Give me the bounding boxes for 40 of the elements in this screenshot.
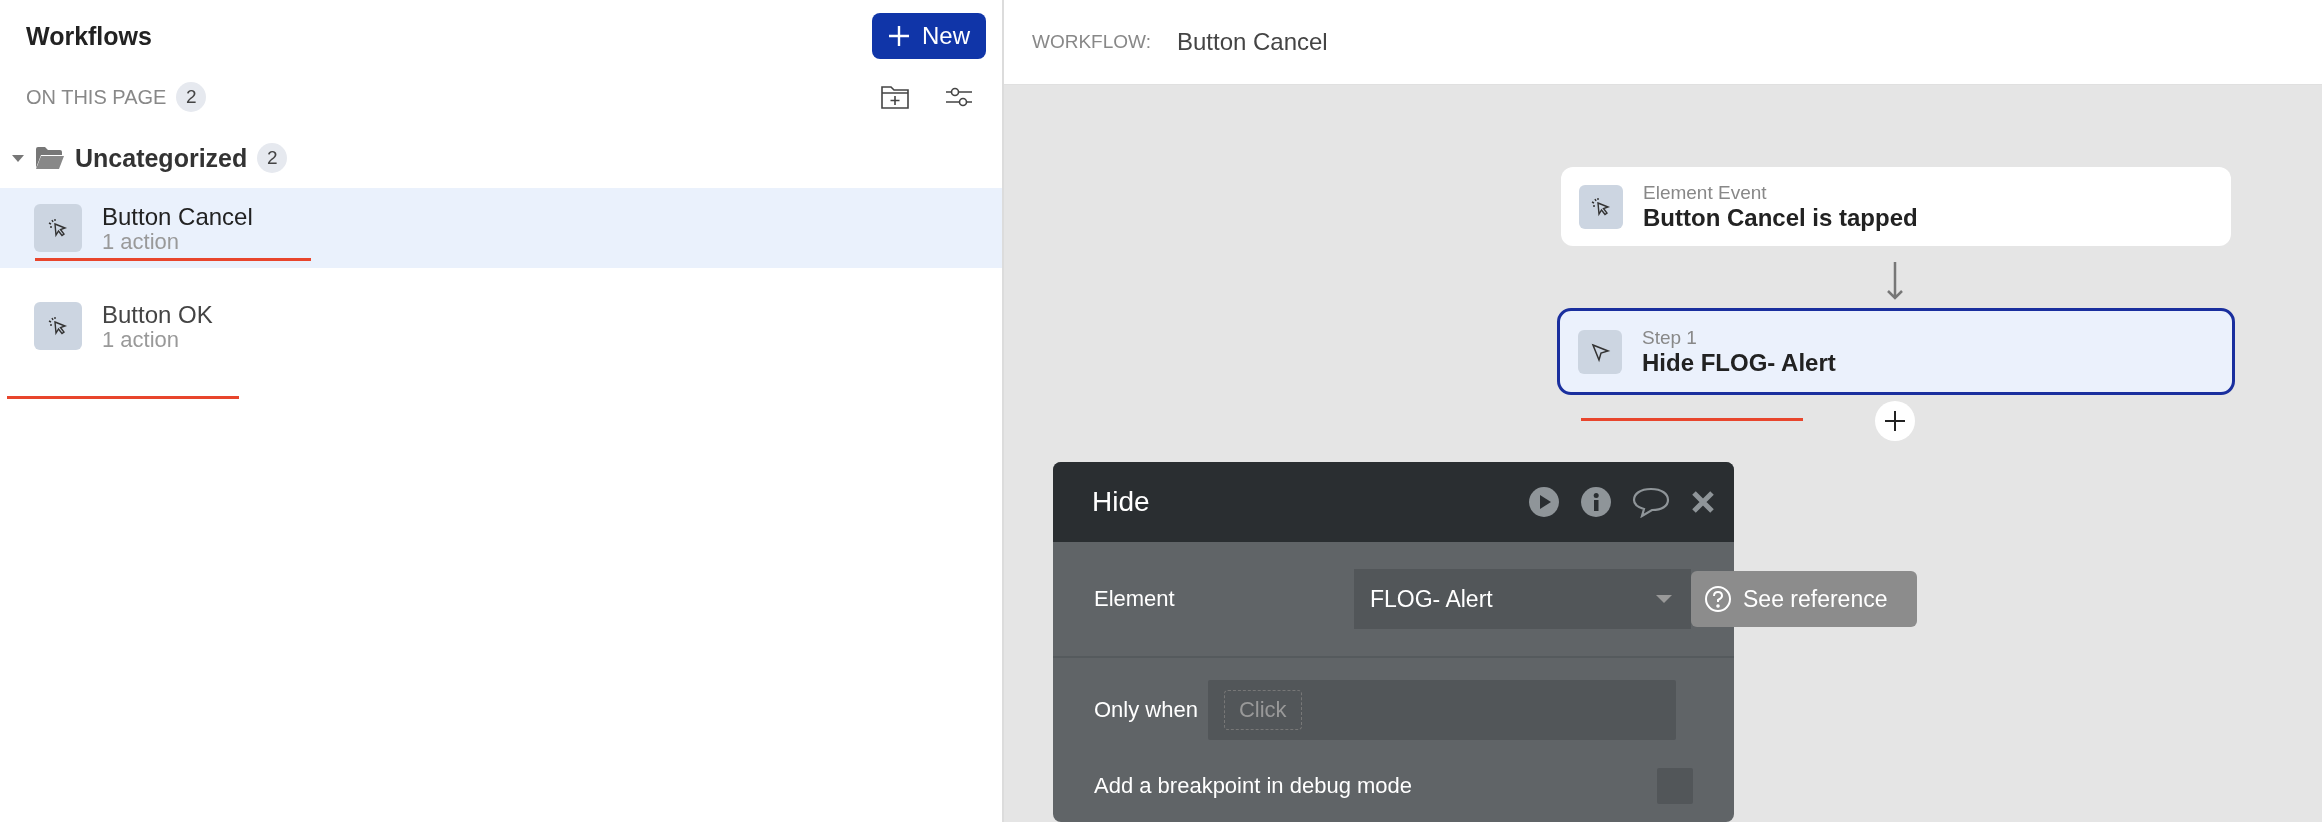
count-badge: 2 (176, 82, 207, 112)
caret-icon (1655, 593, 1673, 605)
field-label: Add a breakpoint in debug mode (1094, 773, 1412, 799)
cursor-click-icon (47, 217, 69, 239)
new-button[interactable]: New (872, 13, 986, 59)
workflow-name: Button OK (102, 301, 213, 329)
help-icon (1703, 584, 1733, 614)
workflow-action-count: 1 action (102, 329, 181, 351)
workflow-label: WORKFLOW: (1032, 31, 1151, 53)
play-icon[interactable] (1528, 486, 1560, 518)
event-card[interactable]: Element Event Button Cancel is tapped (1561, 167, 2231, 246)
new-folder-icon[interactable] (880, 84, 910, 110)
comment-icon[interactable] (1632, 486, 1670, 518)
step-label: Step 1 (1642, 326, 1698, 349)
element-dropdown[interactable]: FLOG- Alert (1354, 569, 1691, 629)
folder-name[interactable]: Uncategorized (75, 143, 248, 173)
panel-title: Workflows (26, 21, 152, 51)
cursor-click-icon (1590, 195, 1612, 218)
event-type: Element Event (1643, 181, 1768, 204)
step-card[interactable]: Step 1 Hide FLOG- Alert (1557, 308, 2235, 395)
event-title: Button Cancel is tapped (1643, 203, 1918, 232)
section-label: ON THIS PAGE (26, 85, 167, 109)
folder-icon (35, 146, 65, 170)
count-badge: 2 (257, 143, 288, 173)
workflow-name: Button Cancel (1176, 28, 1328, 56)
workflow-name: Button Cancel (102, 203, 253, 231)
info-icon[interactable] (1580, 486, 1612, 518)
cursor-click-icon (47, 315, 69, 337)
workflow-action-count: 1 action (102, 231, 181, 253)
plus-icon (1884, 410, 1906, 432)
close-icon[interactable] (1690, 489, 1716, 515)
plus-icon (888, 25, 910, 47)
panel-title: Hide (1092, 486, 1151, 518)
workflow-item[interactable]: Button OK 1 action (0, 286, 1002, 366)
field-label: Only when (1094, 697, 1198, 723)
workflow-item[interactable]: Button Cancel 1 action (0, 188, 1002, 268)
step-title: Hide FLOG- Alert (1642, 348, 1836, 377)
down-arrow-icon (1885, 261, 1905, 301)
field-label: Element (1094, 586, 1175, 612)
add-step-button[interactable] (1875, 401, 1915, 441)
